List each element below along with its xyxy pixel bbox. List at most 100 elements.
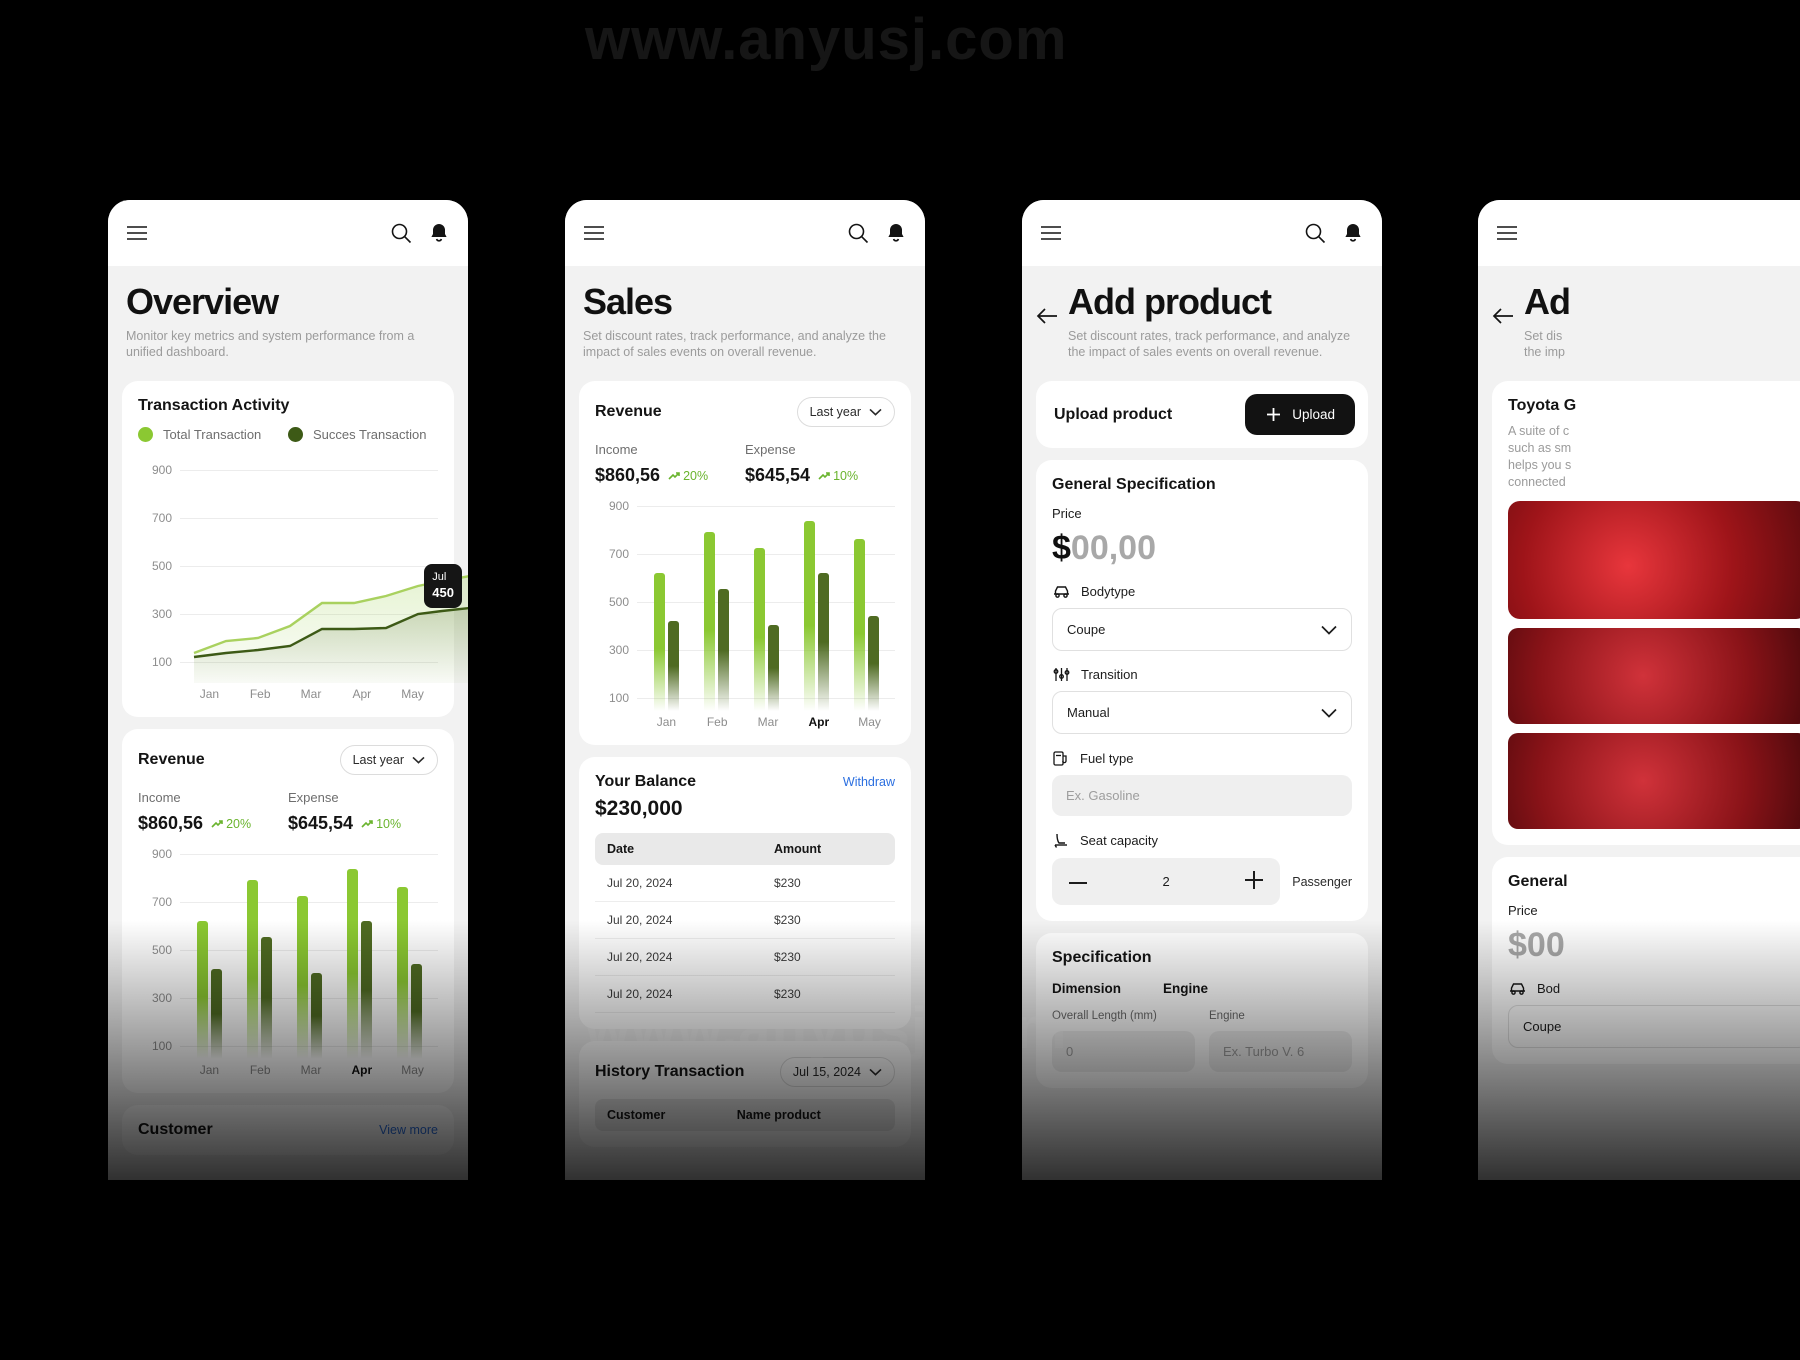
stat-label: Expense [745, 442, 796, 458]
hamburger-menu-icon[interactable] [1496, 225, 1518, 241]
card-heading: Toyota G [1508, 397, 1577, 415]
phone-overview: Overview Monitor key metrics and system … [108, 200, 468, 1180]
bar-income [803, 521, 815, 712]
card-heading: Specification [1052, 949, 1152, 967]
y-tick: 100 [151, 655, 172, 670]
period-selector[interactable]: Last year [339, 745, 438, 776]
x-tick: Jan [199, 1063, 220, 1078]
product-desc-line2: such as sm [1508, 441, 1572, 456]
upload-product-card: Upload product Upload [1036, 381, 1368, 449]
spec-fields: Overall Length (mm) 0 Engine Ex. Turbo V… [1052, 1010, 1352, 1073]
page-title: Add product [1068, 281, 1272, 322]
stat-income: Income $860,56 20% [138, 789, 288, 834]
notification-bell-icon[interactable] [428, 222, 450, 244]
price-input[interactable]: $00,00 [1052, 529, 1352, 568]
search-icon[interactable] [1304, 222, 1326, 244]
x-axis: Jan Feb Mar Apr May [641, 715, 895, 729]
legend-label: Succes Transaction [313, 427, 427, 443]
revenue-card: Revenue Last year Income $860,56 20% Exp… [579, 381, 911, 746]
seat-plus-button[interactable] [1244, 870, 1264, 893]
revenue-bar-chart: 900 700 500 300 100 [595, 496, 895, 712]
price-value: $00 [1508, 925, 1565, 964]
revenue-stats: Income $860,56 20% Expense $645,54 10% [595, 441, 895, 486]
trend-up-icon [361, 820, 373, 828]
balance-table: Date Amount Jul 20, 2024 $230 Jul 20, 202… [595, 833, 895, 1014]
fuel-pump-icon [1053, 751, 1067, 766]
bodytype-label-row: Bod [1508, 981, 1800, 996]
bar-series [641, 496, 891, 712]
spec-input-engine[interactable]: Ex. Turbo V. 6 [1209, 1031, 1352, 1073]
date-selector[interactable]: Jul 15, 2024 [779, 1057, 895, 1088]
view-more-link[interactable]: View more [379, 1123, 438, 1137]
bar-income [246, 880, 258, 1060]
specification-card: Specification Dimension Engine Overall L… [1036, 933, 1368, 1089]
seat-minus-button[interactable] [1068, 874, 1088, 889]
x-tick: Feb [249, 687, 271, 702]
x-tick: Mar [757, 715, 779, 730]
legend-item-total: Total Transaction [138, 427, 288, 443]
product-hero-image [1508, 500, 1800, 619]
delta-value: 20% [683, 468, 709, 483]
bar-income [196, 921, 208, 1060]
bar-expense [310, 973, 322, 1060]
period-value: Last year [809, 405, 861, 420]
bodytype-select[interactable]: Coupe [1508, 1004, 1800, 1048]
page-subtitle: Set discount rates, track performance, a… [583, 328, 886, 360]
product-thumbnail-1[interactable] [1508, 627, 1800, 724]
y-tick: 700 [608, 547, 629, 562]
transition-select[interactable]: Manual [1052, 691, 1352, 735]
search-icon[interactable] [847, 222, 869, 244]
bar-expense [867, 616, 879, 712]
topbar [1478, 200, 1800, 266]
product-thumbnail-2[interactable] [1508, 732, 1800, 829]
fuel-input[interactable]: Ex. Gasoline [1052, 775, 1352, 817]
bar-group [384, 887, 434, 1060]
bodytype-select[interactable]: Coupe [1052, 608, 1352, 652]
x-tick: Apr [351, 1063, 373, 1078]
bar-expense [817, 573, 829, 712]
notification-bell-icon[interactable] [1342, 222, 1364, 244]
withdraw-link[interactable]: Withdraw [843, 775, 895, 789]
bodytype-label: Bodytype [1081, 584, 1136, 600]
period-selector[interactable]: Last year [796, 397, 895, 428]
upload-button[interactable]: Upload [1245, 394, 1355, 436]
y-tick: 300 [151, 607, 172, 622]
plus-icon [1245, 871, 1264, 890]
tab-engine[interactable]: Engine [1163, 981, 1208, 996]
x-tick: Feb [706, 715, 728, 730]
stat-delta: 10% [361, 817, 401, 831]
bar-series [184, 844, 434, 1060]
x-tick: Mar [300, 687, 322, 702]
trend-up-icon [211, 820, 223, 828]
hamburger-menu-icon[interactable] [126, 225, 148, 241]
page-header: Ad Set dis the imp [1478, 266, 1800, 369]
hamburger-menu-icon[interactable] [583, 225, 605, 241]
bar-group [691, 532, 741, 712]
phone-sales: Sales Set discount rates, track performa… [565, 200, 925, 1180]
stat-delta: 20% [668, 469, 708, 483]
date-value: Jul 15, 2024 [792, 1065, 861, 1080]
page-subtitle-line1: Set dis [1524, 328, 1563, 343]
search-icon[interactable] [390, 222, 412, 244]
bodytype-value: Coupe [1067, 622, 1106, 638]
cell-date: Jul 20, 2024 [595, 901, 762, 940]
y-tick: 900 [608, 499, 629, 514]
arrow-left-icon[interactable] [1036, 308, 1058, 329]
tooltip-value: 450 [432, 584, 454, 600]
price-label: Price [1508, 902, 1538, 918]
balance-card: Your Balance Withdraw $230,000 Date Amou… [579, 757, 911, 1030]
arrow-left-icon[interactable] [1492, 308, 1514, 329]
hamburger-menu-icon[interactable] [1040, 225, 1062, 241]
spec-input-length[interactable]: 0 [1052, 1031, 1195, 1073]
product-desc-line3: helps you s [1508, 458, 1572, 473]
stat-label: Income [595, 442, 638, 458]
stat-delta: 20% [211, 817, 251, 831]
spec-tabs: Dimension Engine [1052, 981, 1352, 996]
x-tick: Mar [300, 1063, 322, 1078]
delta-value: 10% [833, 468, 859, 483]
card-heading: Revenue [595, 403, 662, 421]
stat-label: Income [138, 790, 181, 806]
notification-bell-icon[interactable] [885, 222, 907, 244]
bar-group [641, 573, 691, 712]
tab-dimension[interactable]: Dimension [1052, 981, 1121, 996]
